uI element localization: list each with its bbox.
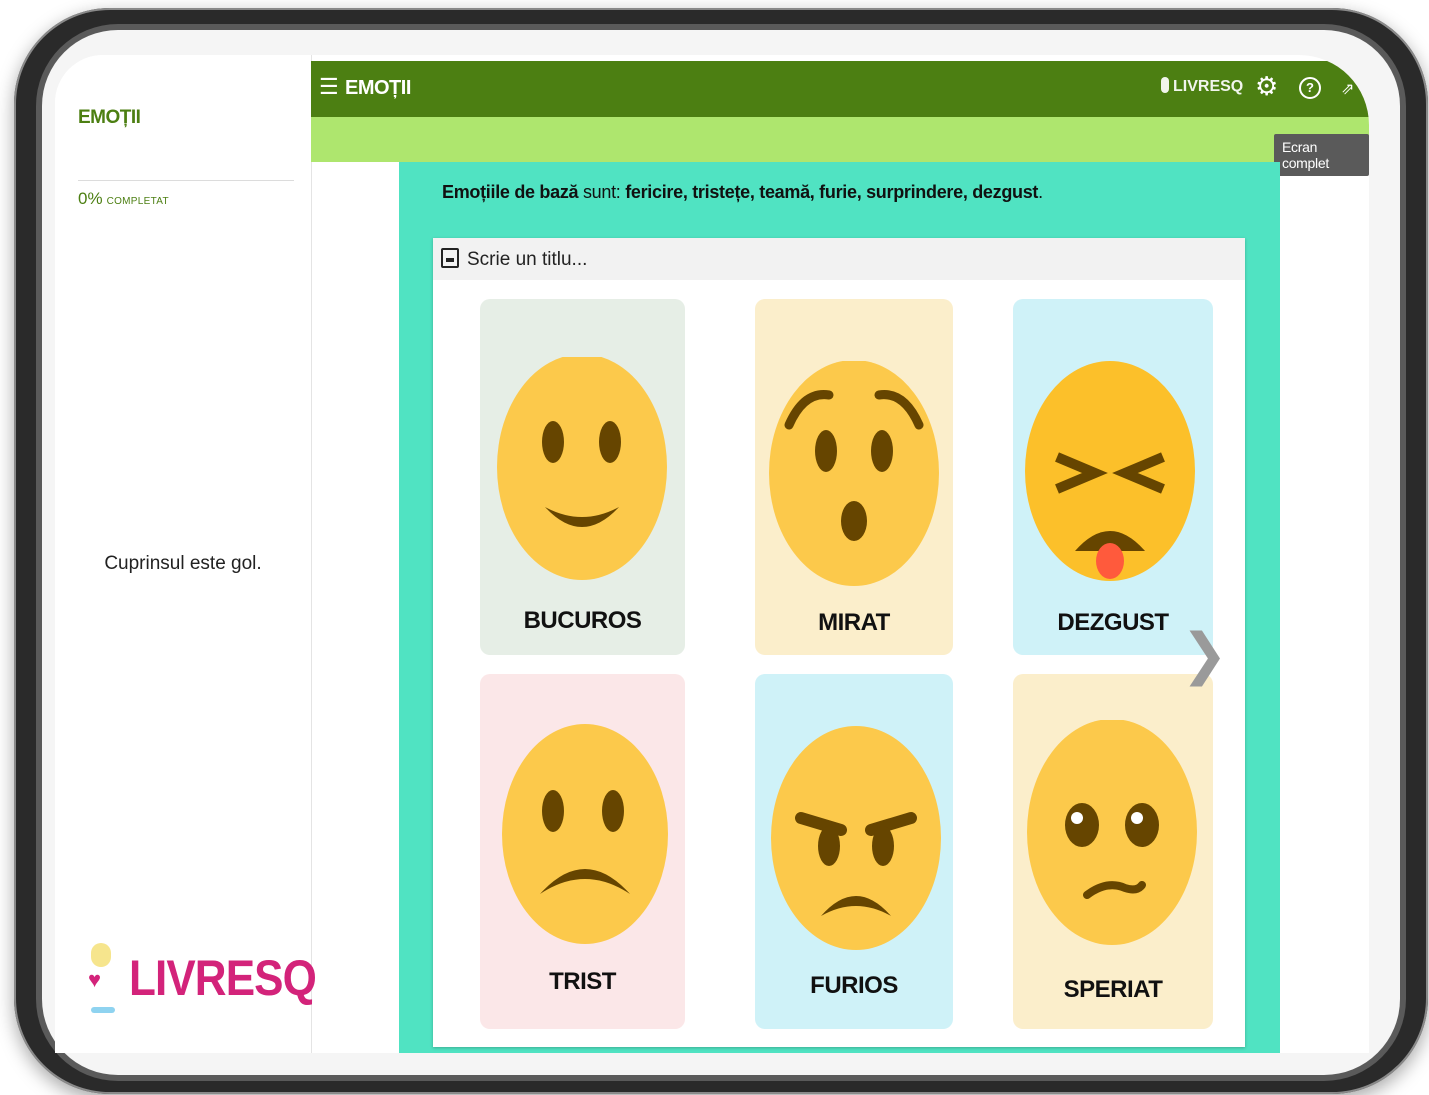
gear-icon[interactable]: ⚙ [1255, 71, 1278, 102]
progress-label: COMPLETAT [106, 196, 169, 207]
emotion-card-bucuros[interactable]: BUCUROS [480, 299, 685, 655]
emotion-card-mirat[interactable]: MIRAT [755, 299, 953, 655]
angry-face-icon [771, 726, 941, 950]
intro-suffix: . [1038, 182, 1043, 202]
intro-text: Emoțiile de bază sunt: fericire, tristeț… [442, 182, 1043, 203]
logo-heart-icon: ♥ [88, 967, 102, 992]
emotion-card-dezgust[interactable]: DEZGUST [1013, 299, 1213, 655]
happy-face-icon [497, 357, 667, 580]
help-icon[interactable]: ? [1299, 77, 1321, 99]
progress-value: 0% [78, 189, 103, 208]
sad-face-icon [502, 724, 668, 944]
emotion-label: SPERIAT [1063, 976, 1163, 1003]
scared-face-icon [1027, 720, 1197, 945]
emotion-label: MIRAT [818, 609, 890, 636]
top-bar: ☰ EMOȚII LIVRESQ ⚙ ? ⇗ [311, 61, 1369, 117]
app-screen: EMOȚII 0% COMPLETAT Cuprinsul este gol. ♥… [55, 55, 1369, 1053]
livresq-pin-icon [1161, 77, 1169, 93]
gallery-title[interactable]: Scrie un titlu... [467, 249, 587, 271]
logo-bar [91, 1007, 115, 1013]
intro-middle: sunt: [578, 182, 626, 202]
brand-label: LIVRESQ [1173, 78, 1244, 95]
emotion-label: FURIOS [810, 972, 898, 999]
logo-dot [91, 943, 111, 967]
emotion-card-furios[interactable]: FURIOS [755, 674, 953, 1029]
logo-wordmark: LIVRESQ [129, 950, 317, 1006]
emotion-label: TRIST [549, 968, 616, 995]
menu-icon[interactable]: ☰ [319, 75, 339, 99]
disgusted-face-icon [1025, 361, 1195, 581]
gallery-header: Scrie un titlu... [433, 238, 1245, 280]
app-title: EMOȚII [345, 77, 411, 99]
livresq-brand-link[interactable]: LIVRESQ [1161, 77, 1243, 96]
emotion-card-speriat[interactable]: SPERIAT [1013, 674, 1213, 1029]
fullscreen-icon[interactable]: ⇗ [1341, 79, 1354, 99]
sidebar-title: EMOȚII [78, 107, 141, 128]
fullscreen-tooltip: Ecran complet [1274, 134, 1369, 176]
progress-indicator: 0% COMPLETAT [78, 189, 169, 209]
livresq-logo[interactable]: ♥ LIVRESQ [88, 937, 317, 1017]
surprised-face-icon [769, 361, 939, 586]
emotion-label: BUCUROS [523, 607, 642, 634]
toc-empty-message: Cuprinsul este gol. [104, 553, 262, 574]
gallery-image-icon [441, 248, 459, 268]
image-gallery: Scrie un titlu... BUCUROS MIRAT DEZGUST … [433, 238, 1245, 1047]
content-area: Emoțiile de bază sunt: fericire, tristeț… [399, 162, 1280, 1053]
emotion-card-trist[interactable]: TRIST [480, 674, 685, 1029]
sub-bar [311, 117, 1369, 162]
intro-prefix: Emoțiile de bază [442, 182, 579, 202]
sidebar: EMOȚII 0% COMPLETAT Cuprinsul este gol. ♥… [55, 55, 317, 1053]
chevron-right-icon[interactable]: ❯ [1181, 626, 1228, 682]
intro-list: fericire, tristețe, teamă, furie, surpri… [625, 182, 1039, 202]
sidebar-divider [78, 180, 294, 181]
